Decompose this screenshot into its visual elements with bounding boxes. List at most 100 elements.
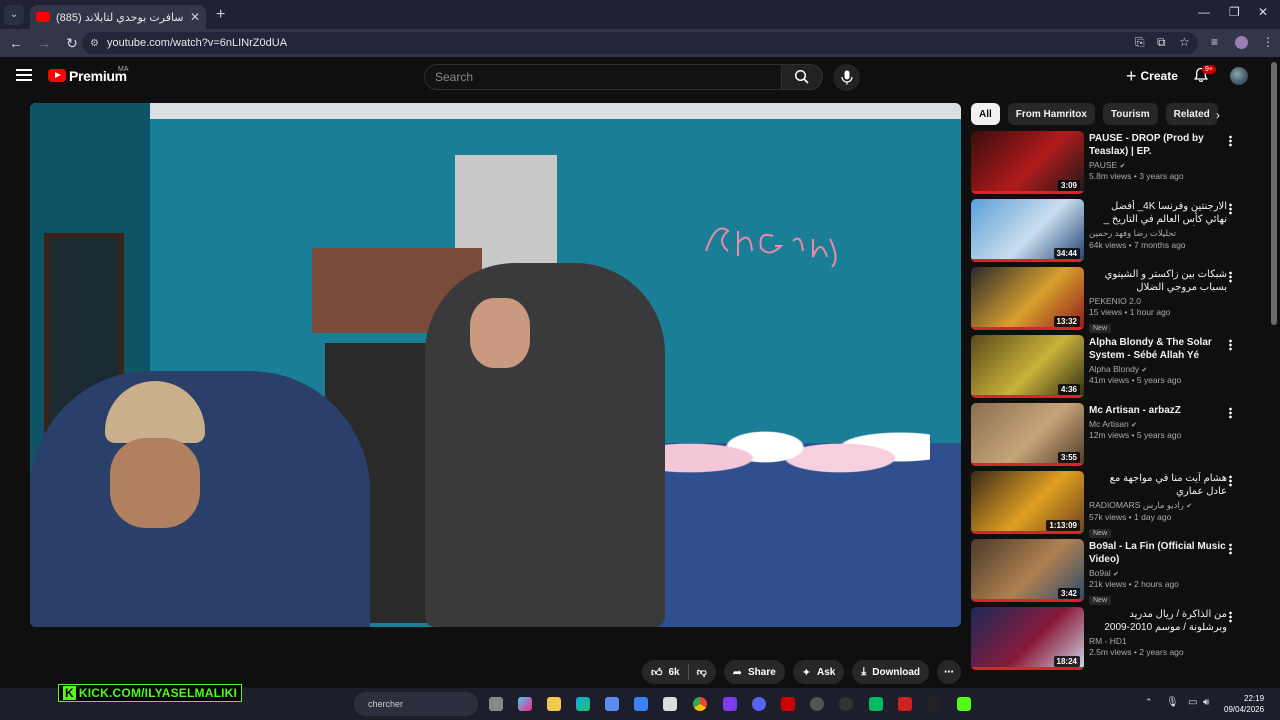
more-options-icon[interactable]: [1229, 543, 1232, 555]
recommendation-item[interactable]: 1:13:09 هشام آيت منا في مواجهة مع عادل عم…: [971, 471, 1251, 539]
network-icon[interactable]: ▭: [1188, 697, 1197, 708]
video-thumbnail[interactable]: 3:09: [971, 131, 1084, 194]
channel-name[interactable]: PEKENIO 2.0: [1089, 296, 1227, 306]
more-options-icon[interactable]: [1229, 135, 1232, 147]
restore-icon[interactable]: ❐: [1229, 5, 1240, 19]
discord-icon[interactable]: [752, 697, 766, 711]
channel-name[interactable]: تحليلات رضا وفهد رحمين: [1089, 228, 1227, 239]
new-tab-icon[interactable]: +: [216, 6, 225, 24]
chip-from-channel[interactable]: From Hamritox: [1007, 103, 1095, 125]
recommendation-item[interactable]: 34:44 الارجنتين وفرنسا 4K_ أفضل نهائي كأس…: [971, 199, 1251, 267]
video-thumbnail[interactable]: 3:42: [971, 539, 1084, 602]
ask-button[interactable]: ✦ Ask: [792, 660, 845, 684]
outlook-icon[interactable]: [634, 697, 648, 711]
channel-name[interactable]: Mc Artisan ✔: [1089, 419, 1227, 429]
more-options-icon[interactable]: [1229, 407, 1232, 419]
reading-list-icon[interactable]: ≡: [1211, 35, 1218, 49]
translate-icon[interactable]: ⎘: [1135, 35, 1145, 50]
chip-all[interactable]: All: [971, 103, 1000, 125]
more-options-icon[interactable]: [1229, 475, 1232, 487]
tray-mic-icon[interactable]: 🎙︎: [1166, 697, 1179, 708]
chips-next-icon[interactable]: ›: [1216, 108, 1220, 122]
download-button[interactable]: ⤓ Download: [852, 660, 930, 684]
forward-icon[interactable]: →: [32, 35, 56, 51]
browser-tab-active[interactable]: (885) سافرت بوحدي لتايلاند 🇹🇭 و… ✕: [30, 5, 206, 29]
more-options-icon[interactable]: [1229, 203, 1232, 215]
like-button[interactable]: 👍︎ 6k 👎︎: [642, 660, 716, 684]
video-title[interactable]: Alpha Blondy & The Solar System - Sébé A…: [1089, 336, 1227, 362]
channel-name[interactable]: Alpha Blondy ✔: [1089, 364, 1227, 374]
page-scrollbar[interactable]: [1271, 62, 1277, 325]
obs-icon[interactable]: [810, 697, 824, 711]
video-title[interactable]: الارجنتين وفرنسا 4K_ أفضل نهائي كأس العا…: [1089, 200, 1228, 226]
more-actions-button[interactable]: ⋯: [937, 660, 962, 684]
acrobat-icon[interactable]: [781, 697, 795, 711]
recommendation-item[interactable]: 3:55 Mc Artisan - arbazZ Mc Artisan ✔ 12m v…: [971, 403, 1251, 471]
create-button[interactable]: + Create: [1118, 63, 1186, 89]
app-icon-3[interactable]: [927, 697, 941, 711]
store-icon[interactable]: [663, 697, 677, 711]
app-icon-1[interactable]: [839, 697, 853, 711]
taskbar-search[interactable]: chercher: [354, 692, 478, 716]
search-button[interactable]: [781, 64, 823, 90]
recommendation-item[interactable]: 13:32 شبكات بين زاكستر و الشينوي بسباب مر…: [971, 267, 1251, 335]
netflix-icon[interactable]: [898, 697, 912, 711]
reload-icon[interactable]: ↻: [60, 35, 84, 52]
chrome-icon[interactable]: [693, 697, 707, 711]
more-options-icon[interactable]: [1229, 339, 1232, 351]
file-explorer-icon[interactable]: [547, 697, 561, 711]
recommendation-item[interactable]: 3:09 PAUSE - DROP (Prod by Teaslax) | EP.…: [971, 131, 1251, 199]
browser-menu-icon[interactable]: ⋮: [1262, 35, 1274, 49]
voice-search-button[interactable]: [833, 64, 860, 91]
bookmark-star-icon[interactable]: ☆: [1179, 35, 1190, 49]
youtube-logo-icon[interactable]: [48, 69, 66, 82]
minimize-icon[interactable]: —: [1198, 5, 1210, 19]
video-title[interactable]: Mc Artisan - arbazZ: [1089, 404, 1227, 417]
tab-search-button[interactable]: ⌄: [4, 4, 24, 25]
kick-app-icon[interactable]: [957, 697, 971, 711]
recommendation-item[interactable]: 4:36 Alpha Blondy & The Solar System - Sé…: [971, 335, 1251, 403]
recommendation-item[interactable]: 18:24 من الذاكرة / ريال مدريد وبرشلونة / …: [971, 607, 1251, 675]
video-thumbnail[interactable]: 13:32: [971, 267, 1084, 330]
tray-chevron-icon[interactable]: ⌃: [1145, 697, 1153, 708]
video-title[interactable]: PAUSE - DROP (Prod by Teaslax) | EP. MET…: [1089, 132, 1227, 158]
more-options-icon[interactable]: [1229, 271, 1232, 283]
video-title[interactable]: Bo9al - La Fin (Official Music Video): [1089, 540, 1227, 566]
back-icon[interactable]: ←: [4, 35, 28, 51]
taskview-icon[interactable]: [489, 697, 503, 711]
recommendation-item[interactable]: 3:42 Bo9al - La Fin (Official Music Video…: [971, 539, 1251, 607]
address-bar[interactable]: ⚙ youtube.com/watch?v=6nLINrZ0dUA: [82, 32, 1198, 54]
hamburger-menu-icon[interactable]: [16, 69, 32, 81]
video-thumbnail[interactable]: 1:13:09: [971, 471, 1084, 534]
share-button[interactable]: ➦ Share: [723, 660, 785, 684]
app-icon-2[interactable]: [869, 697, 883, 711]
thumbs-down-icon[interactable]: 👎︎: [697, 666, 707, 678]
volume-icon[interactable]: 🔊︎: [1203, 697, 1209, 708]
chip-tourism[interactable]: Tourism: [1102, 103, 1158, 125]
chip-related[interactable]: Related: [1165, 103, 1218, 125]
close-tab-icon[interactable]: ✕: [190, 10, 200, 24]
more-options-icon[interactable]: [1229, 611, 1232, 623]
system-clock[interactable]: 22:19 09/04/2026: [1224, 693, 1264, 715]
channel-name[interactable]: RADIOMARS راديو مارس ✔: [1089, 500, 1227, 511]
channel-name[interactable]: PAUSE ✔: [1089, 160, 1227, 170]
window-close-icon[interactable]: ✕: [1258, 5, 1268, 19]
video-title[interactable]: هشام آيت منا في مواجهة مع عادل عماري: [1089, 472, 1227, 498]
video-player[interactable]: [30, 103, 961, 627]
channel-name[interactable]: Bo9al ✔: [1089, 568, 1227, 578]
video-title[interactable]: من الذاكرة / ريال مدريد وبرشلونة / موسم …: [1089, 608, 1227, 634]
video-title[interactable]: شبكات بين زاكستر و الشينوي بسباب مروجي ا…: [1089, 268, 1227, 294]
site-info-icon[interactable]: ⚙: [90, 38, 99, 49]
settings-app-icon[interactable]: [605, 697, 619, 711]
install-icon[interactable]: ⧉: [1157, 35, 1166, 50]
profile-avatar-icon[interactable]: [1235, 36, 1248, 49]
account-avatar[interactable]: [1230, 67, 1248, 85]
video-thumbnail[interactable]: 3:55: [971, 403, 1084, 466]
search-input[interactable]: [435, 70, 781, 84]
edge-icon[interactable]: [576, 697, 590, 711]
video-thumbnail[interactable]: 34:44: [971, 199, 1084, 262]
video-thumbnail[interactable]: 4:36: [971, 335, 1084, 398]
game-controller-icon[interactable]: [723, 697, 737, 711]
video-thumbnail[interactable]: 18:24: [971, 607, 1084, 670]
copilot-icon[interactable]: [518, 697, 532, 711]
